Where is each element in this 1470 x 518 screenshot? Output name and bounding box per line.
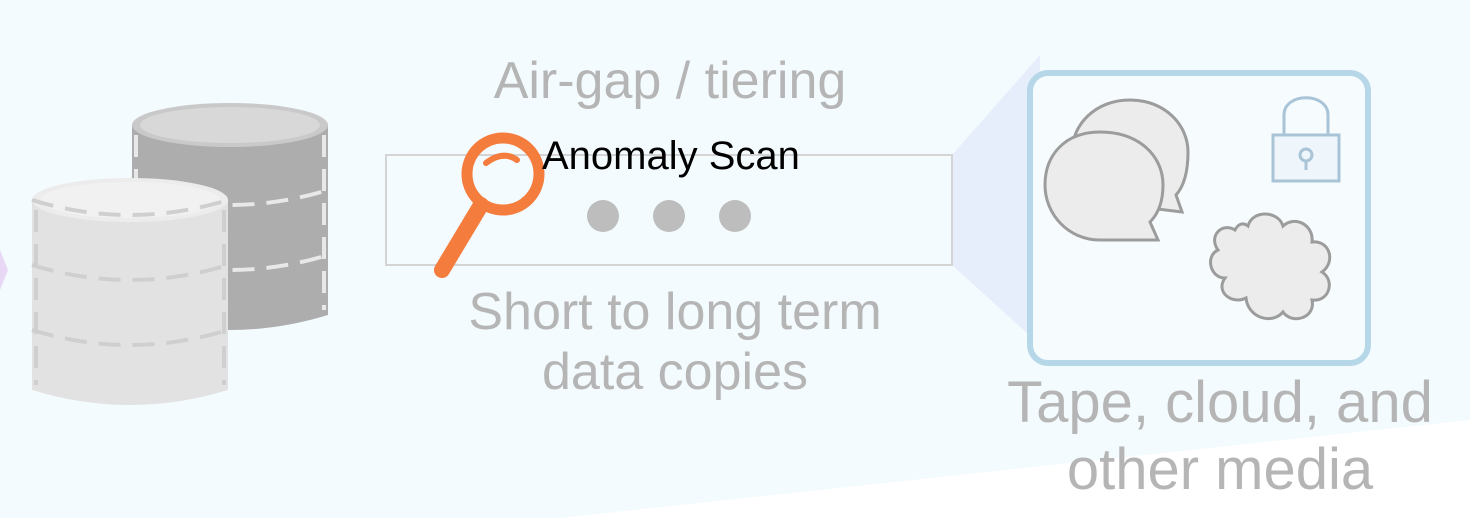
data-copies-label: Short to long term data copies — [410, 283, 940, 403]
airgap-label: Air-gap / tiering — [440, 52, 900, 112]
database-front-icon — [31, 178, 229, 405]
airgap-text: Air-gap / tiering — [493, 52, 847, 110]
zoom-projection — [952, 55, 1040, 345]
database-stack-icon — [31, 103, 329, 405]
data-copies-line-1: Short to long term — [468, 283, 882, 341]
anomaly-scan-label: Anomaly Scan — [542, 134, 800, 178]
media-line-2: other media — [1066, 436, 1374, 502]
media-label: Tape, cloud, and other media — [960, 370, 1470, 503]
data-copies-line-2: data copies — [542, 342, 808, 401]
media-line-1: Tape, cloud, and — [1007, 370, 1433, 435]
